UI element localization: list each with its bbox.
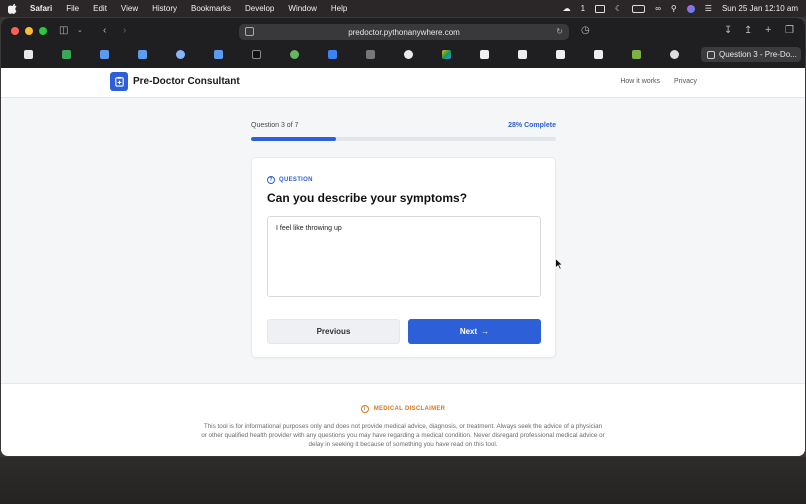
menu-file[interactable]: File xyxy=(66,4,79,13)
address-bar[interactable]: predoctor.pythonanywhere.com ↻ xyxy=(239,24,569,40)
answer-textarea[interactable]: I feel like throwing up xyxy=(267,216,541,297)
progress-percent: 28% Complete xyxy=(508,122,556,129)
zoom-window-button[interactable] xyxy=(39,27,47,35)
menu-help[interactable]: Help xyxy=(331,4,347,13)
favorite-d2-icon[interactable] xyxy=(129,49,156,60)
favorite-sparkle-icon[interactable] xyxy=(167,49,194,60)
notion-icon[interactable] xyxy=(471,49,498,60)
favorite-blue-icon[interactable] xyxy=(319,49,346,60)
minimize-window-button[interactable] xyxy=(25,27,33,35)
menu-edit[interactable]: Edit xyxy=(93,4,107,13)
menu-window[interactable]: Window xyxy=(288,4,316,13)
disclaimer-heading-text: MEDICAL DISCLAIMER xyxy=(373,406,446,412)
arrow-right-icon: → xyxy=(481,327,490,336)
favorite-spotify-icon[interactable] xyxy=(281,49,308,60)
question-tag: ? QUESTION xyxy=(267,176,313,184)
back-button[interactable]: ‹ xyxy=(103,26,106,36)
keyboard-icon[interactable] xyxy=(595,4,606,13)
progress-bar xyxy=(251,137,556,141)
disclaimer-section: i MEDICAL DISCLAIMER This tool is for in… xyxy=(1,383,805,456)
disclaimer-heading: i MEDICAL DISCLAIMER xyxy=(1,405,805,413)
window-controls xyxy=(11,27,47,35)
moon-icon[interactable]: ☾ xyxy=(615,4,622,13)
favorite-stack-icon[interactable] xyxy=(623,49,650,60)
question-tag-label: QUESTION xyxy=(279,177,313,183)
control-center-icon[interactable]: ☰ xyxy=(705,4,712,13)
tab-overview-icon[interactable]: ❐ xyxy=(785,26,794,36)
menubar-status-area: ☁ 1 ☾ ∞ ⚲ ☰ Sun 25 Jan 12:10 am xyxy=(563,4,798,13)
github-icon[interactable] xyxy=(395,49,422,60)
progress-fill xyxy=(251,137,337,141)
info-circle-icon: i xyxy=(360,405,369,413)
progress-label: Question 3 of 7 xyxy=(251,122,299,129)
previous-button-label: Previous xyxy=(316,327,351,336)
notion2-icon[interactable] xyxy=(509,49,536,60)
favorites-bar xyxy=(15,49,688,60)
chevron-down-icon[interactable]: ⌄ xyxy=(77,26,83,36)
google-drive-icon[interactable] xyxy=(433,49,460,60)
favorite-terminal-icon[interactable] xyxy=(243,49,270,60)
active-tab-title: Question 3 - Pre-Do... xyxy=(719,50,797,59)
forward-button[interactable]: › xyxy=(123,26,126,36)
favorite-w-icon[interactable] xyxy=(15,49,42,60)
new-tab-icon[interactable]: + xyxy=(765,25,771,36)
favorite-circle-icon[interactable] xyxy=(661,49,688,60)
tab-favicon xyxy=(707,51,715,59)
reader-icon[interactable] xyxy=(245,27,254,36)
link-icon[interactable]: ∞ xyxy=(655,4,661,13)
favorite-gray-icon[interactable] xyxy=(357,49,384,60)
battery-icon[interactable] xyxy=(632,4,646,13)
notion3-icon[interactable] xyxy=(547,49,574,60)
question-card: ? QUESTION Can you describe your symptom… xyxy=(251,157,556,358)
notification-count: 1 xyxy=(580,4,586,13)
download-icon[interactable]: ↧ xyxy=(724,26,732,36)
disclaimer-text: This tool is for informational purposes … xyxy=(201,423,605,448)
help-circle-icon: ? xyxy=(267,176,275,184)
browser-window: ◫ ⌄ ‹ › predoctor.pythonanywhere.com ↻ ◷… xyxy=(1,18,805,456)
search-icon[interactable]: ⚲ xyxy=(671,4,677,13)
favorite-d-icon[interactable] xyxy=(91,49,118,60)
browser-toolbar: ◫ ⌄ ‹ › predoctor.pythonanywhere.com ↻ ◷… xyxy=(1,18,805,68)
desktop-background xyxy=(0,457,806,504)
reload-icon[interactable]: ↻ xyxy=(556,27,563,36)
clock-text[interactable]: Sun 25 Jan 12:10 am xyxy=(722,4,798,13)
next-button[interactable]: Next → xyxy=(408,319,541,344)
url-text: predoctor.pythonanywhere.com xyxy=(348,27,460,37)
clipboard-plus-icon[interactable] xyxy=(110,72,128,91)
dropbox-icon[interactable]: ☁ xyxy=(563,4,571,13)
menu-develop[interactable]: Develop xyxy=(245,4,274,13)
notion4-icon[interactable] xyxy=(585,49,612,60)
favorite-d3-icon[interactable] xyxy=(205,49,232,60)
share-icon[interactable]: ↥ xyxy=(744,26,752,36)
favorite-a-icon[interactable] xyxy=(53,49,80,60)
site-header: Pre-Doctor Consultant How it works Priva… xyxy=(1,68,805,98)
site-nav: How it works Privacy xyxy=(620,78,697,85)
next-button-label: Next xyxy=(459,327,478,336)
menu-bookmarks[interactable]: Bookmarks xyxy=(191,4,231,13)
site-title[interactable]: Pre-Doctor Consultant xyxy=(133,76,240,87)
history-icon[interactable]: ◷ xyxy=(581,26,590,36)
nav-how-it-works[interactable]: How it works xyxy=(620,78,660,85)
nav-privacy[interactable]: Privacy xyxy=(674,78,697,85)
sidebar-toggle-icon[interactable]: ◫ xyxy=(59,26,68,36)
active-tab[interactable]: Question 3 - Pre-Do... xyxy=(701,47,801,62)
question-text: Can you describe your symptoms? xyxy=(267,191,468,205)
apple-icon[interactable] xyxy=(7,3,18,14)
menu-history[interactable]: History xyxy=(152,4,177,13)
close-window-button[interactable] xyxy=(11,27,19,35)
siri-icon[interactable] xyxy=(686,4,695,13)
mouse-cursor-icon xyxy=(555,258,563,270)
macos-menubar: Safari File Edit View History Bookmarks … xyxy=(0,0,806,17)
previous-button[interactable]: Previous xyxy=(267,319,400,344)
menu-view[interactable]: View xyxy=(121,4,138,13)
menu-safari[interactable]: Safari xyxy=(30,4,52,13)
